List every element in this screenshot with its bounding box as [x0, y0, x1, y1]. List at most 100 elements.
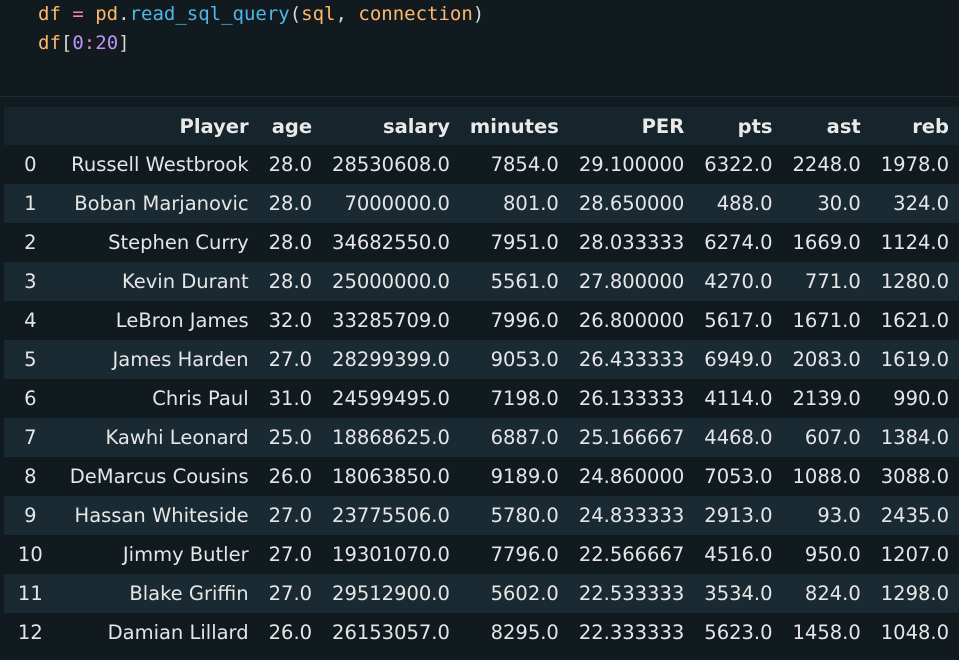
cell-salary: 23775506.0 [322, 496, 460, 535]
cell-pts: 4114.0 [694, 379, 783, 418]
column-header-ast: ast [782, 107, 871, 145]
cell-ast: 1671.0 [782, 301, 871, 340]
cell-salary: 25000000.0 [322, 262, 460, 301]
cell-player: Hassan Whiteside [56, 496, 259, 535]
cell-age: 25.0 [258, 418, 323, 457]
cell-ast: 2139.0 [782, 379, 871, 418]
cell-ast: 2083.0 [782, 340, 871, 379]
column-header-index [4, 107, 57, 145]
cell-player: Kawhi Leonard [56, 418, 259, 457]
cell-age: 27.0 [258, 535, 323, 574]
cell-salary: 18868625.0 [322, 418, 460, 457]
code-token-close-bracket: ] [118, 32, 130, 54]
cell-salary: 24599495.0 [322, 379, 460, 418]
cell-player: Chris Paul [56, 379, 259, 418]
table-row: 9 Hassan Whiteside 27.0 23775506.0 5780.0 24.… [4, 496, 959, 535]
cell-ast: 607.0 [782, 418, 871, 457]
cell-per: 24.860000 [568, 457, 695, 496]
row-index: 3 [4, 262, 57, 301]
cell-reb: 1048.0 [870, 613, 959, 652]
cell-per: 22.333333 [568, 613, 695, 652]
cell-pts: 5623.0 [694, 613, 783, 652]
column-header-age: age [258, 107, 323, 145]
cell-salary: 33285709.0 [322, 301, 460, 340]
cell-salary: 7000000.0 [322, 184, 460, 223]
row-index: 2 [4, 223, 57, 262]
cell-pts: 4270.0 [694, 262, 783, 301]
cell-pts: 5617.0 [694, 301, 783, 340]
cell-player: Stephen Curry [56, 223, 259, 262]
cell-per: 28.650000 [568, 184, 695, 223]
row-index: 12 [4, 613, 57, 652]
cell-per: 29.100000 [568, 145, 695, 184]
code-token-function: read_sql_query [129, 3, 290, 25]
cell-pts: 7053.0 [694, 457, 783, 496]
cell-player: DeMarcus Cousins [56, 457, 259, 496]
cell-reb: 990.0 [870, 379, 959, 418]
row-index: 10 [4, 535, 57, 574]
row-index: 7 [4, 418, 57, 457]
table-row: 0 Russell Westbrook 28.0 28530608.0 7854.0 29… [4, 145, 959, 184]
cell-minutes: 9189.0 [459, 457, 569, 496]
cell-ast: 1458.0 [782, 613, 871, 652]
cell-ast: 950.0 [782, 535, 871, 574]
cell-reb: 1978.0 [870, 145, 959, 184]
output-area: Player age salary minutes PER pts ast re… [0, 97, 959, 660]
cell-age: 26.0 [258, 613, 323, 652]
cell-player: James Harden [56, 340, 259, 379]
cell-minutes: 5602.0 [459, 574, 569, 613]
table-body: 0 Russell Westbrook 28.0 28530608.0 7854.0 29… [4, 145, 959, 652]
cell-reb: 1124.0 [870, 223, 959, 262]
cell-age: 27.0 [258, 340, 323, 379]
cell-per: 26.800000 [568, 301, 695, 340]
cell-pts: 4468.0 [694, 418, 783, 457]
code-token-arg-sql: sql [301, 3, 336, 25]
cell-pts: 488.0 [694, 184, 783, 223]
cell-per: 27.800000 [568, 262, 695, 301]
column-header-pts: pts [694, 107, 783, 145]
cell-reb: 1619.0 [870, 340, 959, 379]
cell-salary: 28530608.0 [322, 145, 460, 184]
code-token-open-bracket: [ [60, 32, 73, 54]
cell-salary: 34682550.0 [322, 223, 460, 262]
table-row: 12 Damian Lillard 26.0 26153057.0 8295.0 22.3… [4, 613, 959, 652]
code-token-var: df [38, 3, 61, 25]
table-row: 6 Chris Paul 31.0 24599495.0 7198.0 26.133333… [4, 379, 959, 418]
code-token-slice-start: 0 [72, 32, 84, 54]
cell-reb: 1280.0 [870, 262, 959, 301]
code-token-var: df [38, 32, 61, 54]
cell-player: Damian Lillard [56, 613, 259, 652]
code-line-2: df[0:20] [38, 32, 130, 54]
code-token-slice-end: 20 [95, 32, 119, 54]
cell-age: 26.0 [258, 457, 323, 496]
cell-age: 31.0 [258, 379, 323, 418]
table-row: 4 LeBron James 32.0 33285709.0 7996.0 26.8000… [4, 301, 959, 340]
row-index: 8 [4, 457, 57, 496]
cell-pts: 6949.0 [694, 340, 783, 379]
cell-reb: 1298.0 [870, 574, 959, 613]
cell-player: Blake Griffin [56, 574, 259, 613]
cell-minutes: 7951.0 [459, 223, 569, 262]
cell-per: 26.133333 [568, 379, 695, 418]
cell-per: 22.566667 [568, 535, 695, 574]
row-index: 4 [4, 301, 57, 340]
cell-reb: 3088.0 [870, 457, 959, 496]
row-index: 0 [4, 145, 57, 184]
header-row: Player age salary minutes PER pts ast re… [4, 107, 959, 145]
code-token-dot: . [118, 3, 130, 25]
code-token-close-paren: ) [472, 3, 485, 25]
cell-minutes: 801.0 [459, 184, 569, 223]
code-token-comma: , [335, 3, 359, 25]
cell-minutes: 7796.0 [459, 535, 569, 574]
cell-ast: 93.0 [782, 496, 871, 535]
cell-reb: 324.0 [870, 184, 959, 223]
cell-player: Boban Marjanovic [56, 184, 259, 223]
cell-reb: 1207.0 [870, 535, 959, 574]
code-cell[interactable]: df = pd.read_sql_query(sql, connection) … [0, 0, 959, 90]
cell-age: 27.0 [258, 496, 323, 535]
cell-pts: 6322.0 [694, 145, 783, 184]
cell-player: Kevin Durant [56, 262, 259, 301]
row-index: 9 [4, 496, 57, 535]
table-row: 11 Blake Griffin 27.0 29512900.0 5602.0 22.53… [4, 574, 959, 613]
cell-minutes: 9053.0 [459, 340, 569, 379]
